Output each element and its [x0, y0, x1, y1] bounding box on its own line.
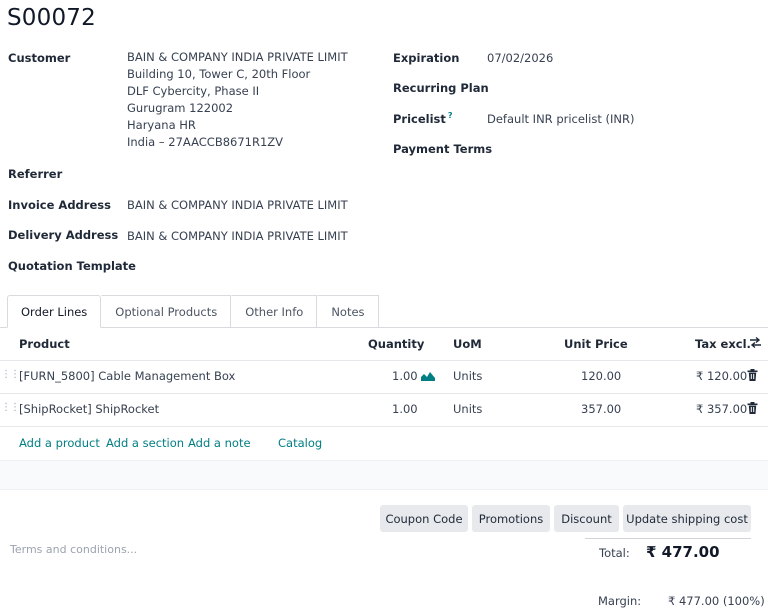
- delivery-address-label: Delivery Address: [8, 228, 119, 242]
- trash-icon[interactable]: [747, 369, 758, 384]
- quotation-template-label: Quotation Template: [8, 259, 136, 273]
- add-product-link[interactable]: Add a product: [19, 436, 100, 450]
- drag-handle-icon[interactable]: ⋮⋮: [1, 402, 20, 413]
- row-divider: [0, 393, 768, 394]
- payment-terms-label: Payment Terms: [393, 142, 493, 156]
- promotions-button[interactable]: Promotions: [472, 505, 550, 532]
- customer-name: BAIN & COMPANY INDIA PRIVATE LIMIT: [127, 50, 348, 64]
- row-divider: [0, 426, 768, 427]
- invoice-address-label: Invoice Address: [8, 198, 111, 212]
- add-section-link[interactable]: Add a section: [106, 436, 184, 450]
- pricelist-label: Pricelist?: [393, 111, 453, 126]
- table-row-uom[interactable]: Units: [453, 369, 482, 383]
- delivery-address-field[interactable]: BAIN & COMPANY INDIA PRIVATE LIMIT: [127, 229, 348, 243]
- row-divider: [0, 360, 768, 361]
- terms-and-conditions-input[interactable]: Terms and conditions...: [10, 543, 137, 556]
- referrer-label: Referrer: [8, 167, 63, 181]
- column-header-tax-excl[interactable]: Tax excl.: [695, 337, 751, 351]
- column-header-product[interactable]: Product: [19, 337, 70, 351]
- discount-button[interactable]: Discount: [554, 505, 619, 532]
- table-row-unit-price[interactable]: 120.00: [581, 369, 621, 383]
- page-title: S00072: [7, 5, 96, 31]
- catalog-link[interactable]: Catalog: [278, 436, 322, 450]
- sliders-icon: [750, 336, 761, 349]
- customer-address-line: Haryana HR: [127, 118, 196, 132]
- tab-optional-products[interactable]: Optional Products: [101, 295, 232, 328]
- trash-icon[interactable]: [747, 402, 758, 417]
- customer-address-line: Building 10, Tower C, 20th Floor: [127, 67, 311, 81]
- help-icon[interactable]: ?: [448, 111, 453, 120]
- tab-order-lines[interactable]: Order Lines: [7, 295, 102, 328]
- customer-field[interactable]: BAIN & COMPANY INDIA PRIVATE LIMIT Build…: [127, 49, 348, 151]
- margin-value: ₹ 477.00 (100%): [668, 594, 765, 608]
- column-header-uom[interactable]: UoM: [453, 337, 482, 351]
- table-row-quantity[interactable]: 1.00: [392, 402, 418, 416]
- tab-notes[interactable]: Notes: [317, 295, 379, 328]
- column-header-unit-price[interactable]: Unit Price: [564, 337, 628, 351]
- recurring-plan-label: Recurring Plan: [393, 81, 489, 95]
- customer-address-line: DLF Cybercity, Phase II: [127, 84, 260, 98]
- pricelist-field[interactable]: Default INR pricelist (INR): [487, 112, 634, 126]
- optional-columns-icon[interactable]: [749, 336, 762, 352]
- expiration-label: Expiration: [393, 51, 460, 65]
- table-row-product[interactable]: [ShipRocket] ShipRocket: [19, 402, 159, 416]
- margin-label: Margin:: [598, 594, 642, 608]
- customer-address-line: Gurugram 122002: [127, 101, 234, 115]
- table-row-quantity[interactable]: 1.00: [392, 369, 418, 383]
- update-shipping-cost-button[interactable]: Update shipping cost: [623, 505, 751, 532]
- total-value: ₹ 477.00: [646, 543, 720, 561]
- customer-address-line: India – 27AACCB8671R1ZV: [127, 135, 284, 149]
- invoice-address-field[interactable]: BAIN & COMPANY INDIA PRIVATE LIMIT: [127, 198, 348, 212]
- notebook-tabs: Order Lines Optional Products Other Info…: [7, 295, 379, 328]
- table-footer-band: [0, 460, 768, 490]
- customer-label: Customer: [8, 51, 71, 65]
- table-row-subtotal: ₹ 357.00: [696, 402, 748, 416]
- column-header-quantity[interactable]: Quantity: [368, 337, 424, 351]
- table-row-unit-price[interactable]: 357.00: [581, 402, 621, 416]
- total-label: Total:: [599, 546, 630, 560]
- total-divider: [585, 538, 751, 539]
- tab-other-info[interactable]: Other Info: [231, 295, 318, 328]
- pricelist-label-text: Pricelist: [393, 111, 446, 126]
- expiration-field[interactable]: 07/02/2026: [487, 51, 553, 65]
- table-row-subtotal: ₹ 120.00: [696, 369, 748, 383]
- forecast-chart-icon[interactable]: [421, 370, 435, 384]
- table-row-uom[interactable]: Units: [453, 402, 482, 416]
- table-row-product[interactable]: [FURN_5800] Cable Management Box: [19, 369, 235, 383]
- coupon-code-button[interactable]: Coupon Code: [380, 505, 468, 532]
- add-note-link[interactable]: Add a note: [188, 436, 251, 450]
- drag-handle-icon[interactable]: ⋮⋮: [1, 369, 20, 380]
